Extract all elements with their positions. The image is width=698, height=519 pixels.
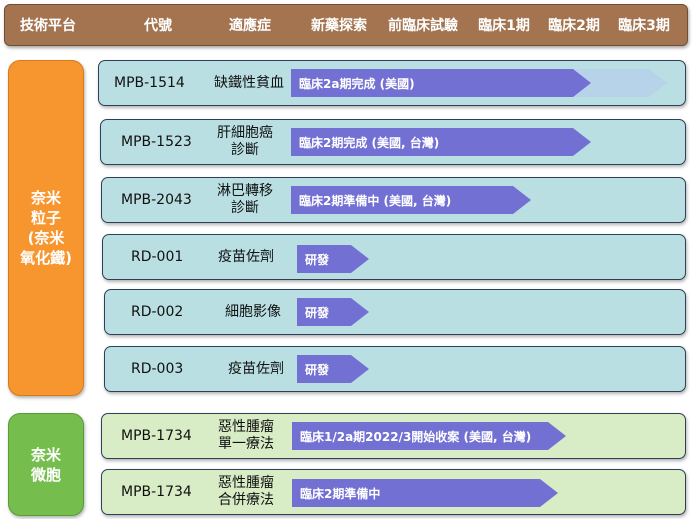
header-code: 代號 bbox=[144, 18, 172, 34]
drug-indication: 缺鐵性貧血 bbox=[214, 74, 284, 91]
pipeline-row: MPB-1514 缺鐵性貧血 臨床2a期完成 (美國) bbox=[98, 60, 686, 106]
progress-arrow: 臨床1/2a期2022/3開始收案 (美國, 台灣) bbox=[292, 422, 566, 450]
header-discovery: 新藥探索 bbox=[311, 18, 367, 34]
drug-code: RD-002 bbox=[131, 304, 184, 320]
header-preclinical: 前臨床試驗 bbox=[388, 18, 458, 34]
header-phase2: 臨床2期 bbox=[548, 18, 600, 34]
drug-code: MPB-1523 bbox=[121, 134, 192, 150]
drug-indication: 細胞影像 bbox=[225, 303, 281, 320]
drug-code: RD-001 bbox=[131, 249, 184, 265]
progress-arrow: 研發 bbox=[297, 298, 369, 326]
platform-micelle: 奈米 微胞 bbox=[8, 413, 84, 516]
progress-arrow: 研發 bbox=[297, 245, 369, 273]
platform-nanoparticle: 奈米 粒子 (奈米 氧化鐵) bbox=[8, 60, 84, 396]
pipeline-row: RD-003 疫苗佐劑 研發 bbox=[104, 346, 686, 392]
drug-indication: 惡性腫瘤 合併療法 bbox=[218, 475, 274, 508]
header-indication: 適應症 bbox=[229, 18, 271, 34]
drug-indication: 疫苗佐劑 bbox=[218, 248, 274, 265]
progress-arrow: 研發 bbox=[297, 355, 369, 383]
platform-nanoparticle-label: 奈米 粒子 (奈米 氧化鐵) bbox=[20, 189, 72, 267]
pipeline-row: RD-001 疫苗佐劑 研發 bbox=[102, 234, 686, 280]
drug-code: RD-003 bbox=[131, 361, 184, 377]
pipeline-header: 技術平台 代號 適應症 新藥探索 前臨床試驗 臨床1期 臨床2期 臨床3期 bbox=[4, 4, 688, 46]
drug-code: MPB-2043 bbox=[121, 192, 192, 208]
pipeline-row: MPB-1734 惡性腫瘤 合併療法 臨床2期準備中 bbox=[101, 469, 686, 515]
drug-indication: 淋巴轉移 診斷 bbox=[217, 183, 273, 216]
drug-code: MPB-1734 bbox=[121, 428, 192, 444]
progress-arrow: 臨床2期準備中 bbox=[292, 479, 558, 507]
header-phase3: 臨床3期 bbox=[618, 18, 670, 34]
drug-indication: 惡性腫瘤 單一療法 bbox=[218, 419, 274, 452]
header-phase1: 臨床1期 bbox=[478, 18, 530, 34]
pipeline-row: MPB-1523 肝細胞癌 診斷 臨床2期完成 (美國, 台灣) bbox=[100, 119, 686, 165]
pipeline-row: MPB-2043 淋巴轉移 診斷 臨床2期準備中 (美國, 台灣) bbox=[101, 177, 686, 223]
drug-indication: 肝細胞癌 診斷 bbox=[217, 125, 273, 158]
pipeline-row: MPB-1734 惡性腫瘤 單一療法 臨床1/2a期2022/3開始收案 (美國… bbox=[101, 413, 686, 459]
drug-code: MPB-1734 bbox=[121, 484, 192, 500]
drug-indication: 疫苗佐劑 bbox=[228, 360, 284, 377]
drug-code: MPB-1514 bbox=[114, 75, 185, 91]
progress-arrow: 臨床2期完成 (美國, 台灣) bbox=[291, 128, 591, 156]
pipeline-row: RD-002 細胞影像 研發 bbox=[104, 289, 686, 335]
progress-arrow: 臨床2期準備中 (美國, 台灣) bbox=[291, 186, 531, 214]
platform-micelle-label: 奈米 微胞 bbox=[30, 445, 61, 484]
progress-arrow: 臨床2a期完成 (美國) bbox=[291, 69, 591, 97]
header-platform: 技術平台 bbox=[20, 18, 76, 34]
